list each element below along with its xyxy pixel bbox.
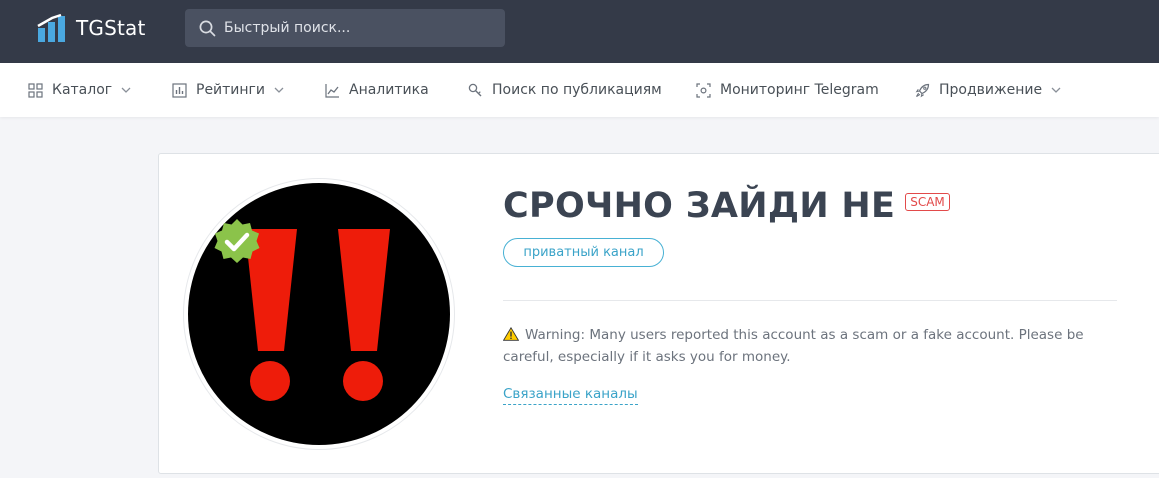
warning-icon xyxy=(503,327,519,341)
grid-icon xyxy=(28,82,43,98)
main-nav: Каталог Рейтинги Аналитика Поиск по публ… xyxy=(0,63,1159,117)
chevron-down-icon xyxy=(274,87,284,93)
warning-text: Warning: Many users reported this accoun… xyxy=(503,327,1084,365)
channel-title: СРОЧНО ЗАЙДИ НЕ xyxy=(503,186,896,226)
line-chart-icon xyxy=(325,83,339,98)
nav-label: Поиск по публикациям xyxy=(492,82,662,98)
nav-item-promotion[interactable]: Продвижение xyxy=(915,63,1061,117)
logo-text: TGStat xyxy=(76,16,146,40)
top-bar: TGStat xyxy=(0,0,1159,63)
scan-icon xyxy=(696,82,711,98)
nav-label: Рейтинги xyxy=(196,82,266,98)
nav-label: Мониторинг Telegram xyxy=(720,82,879,98)
search-key-icon xyxy=(468,83,482,96)
tgstat-logo[interactable]: TGStat xyxy=(36,12,146,44)
channel-avatar xyxy=(183,178,455,450)
bar-chart-icon xyxy=(172,82,187,98)
search-input[interactable] xyxy=(224,20,494,36)
nav-item-ratings[interactable]: Рейтинги xyxy=(172,63,284,117)
scam-warning: Warning: Many users reported this accoun… xyxy=(503,324,1113,368)
nav-label: Продвижение xyxy=(939,82,1043,98)
logo-icon xyxy=(37,13,65,42)
verified-badge-icon xyxy=(214,219,260,263)
scam-badge: SCAM xyxy=(905,193,950,211)
channel-title-row: СРОЧНО ЗАЙДИ НЕ SCAM xyxy=(503,186,950,226)
nav-label: Каталог xyxy=(52,82,113,98)
private-channel-pill: приватный канал xyxy=(503,238,664,267)
related-channels-link[interactable]: Связанные каналы xyxy=(503,386,638,405)
quick-search[interactable] xyxy=(185,9,505,47)
nav-item-catalog[interactable]: Каталог xyxy=(28,63,131,117)
nav-item-post-search[interactable]: Поиск по публикациям xyxy=(468,63,662,117)
divider xyxy=(503,300,1117,301)
nav-item-monitoring[interactable]: Мониторинг Telegram xyxy=(696,63,879,117)
nav-item-analytics[interactable]: Аналитика xyxy=(325,63,429,117)
chevron-down-icon xyxy=(1051,87,1061,93)
chevron-down-icon xyxy=(121,87,131,93)
rocket-icon xyxy=(915,83,930,97)
search-icon xyxy=(199,20,216,36)
nav-label: Аналитика xyxy=(349,82,429,98)
channel-card: СРОЧНО ЗАЙДИ НЕ SCAM приватный канал War… xyxy=(158,153,1159,474)
